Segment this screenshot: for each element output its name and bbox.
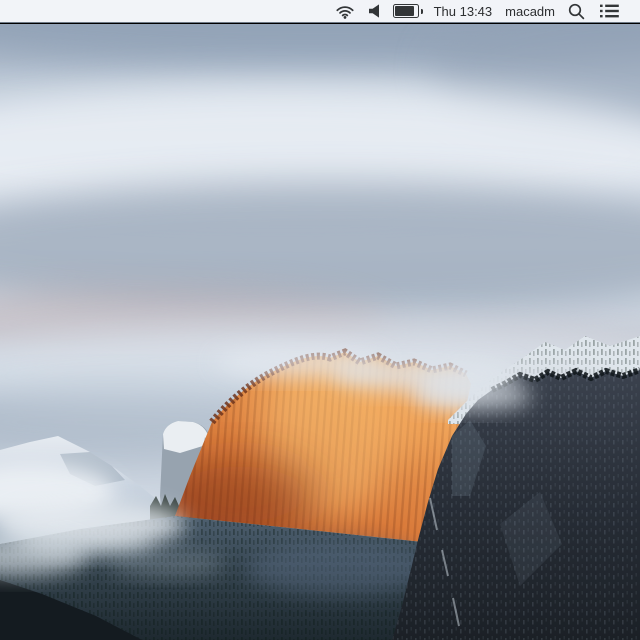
desktop[interactable] xyxy=(0,24,640,640)
volume-icon[interactable] xyxy=(368,4,380,18)
list-line xyxy=(605,5,619,7)
menu-bar: Thu 13:43 macadm xyxy=(0,0,640,23)
notification-center-icon[interactable] xyxy=(600,4,619,18)
menu-bar-username[interactable]: macadm xyxy=(505,5,555,18)
speaker-glyph xyxy=(369,4,379,17)
battery-nub xyxy=(421,9,423,14)
list-bullet xyxy=(600,10,603,12)
spotlight-search-icon[interactable] xyxy=(568,3,585,20)
battery-fill xyxy=(395,6,414,16)
wifi-arc-mid xyxy=(340,10,350,12)
macos-desktop-screen: Thu 13:43 macadm xyxy=(0,0,640,640)
battery-body xyxy=(393,4,419,18)
list-line xyxy=(605,15,619,17)
wallpaper-illustration xyxy=(0,24,640,640)
wifi-arc-inner xyxy=(343,14,348,15)
wifi-dot xyxy=(344,16,347,19)
list-bullet xyxy=(600,15,603,17)
wifi-icon[interactable] xyxy=(335,4,355,19)
menu-bar-clock[interactable]: Thu 13:43 xyxy=(434,5,493,18)
battery-icon[interactable] xyxy=(393,4,423,18)
magnifier-handle xyxy=(579,14,583,18)
list-bullet xyxy=(600,5,603,7)
wifi-arc-outer xyxy=(337,7,352,10)
list-line xyxy=(605,10,619,12)
